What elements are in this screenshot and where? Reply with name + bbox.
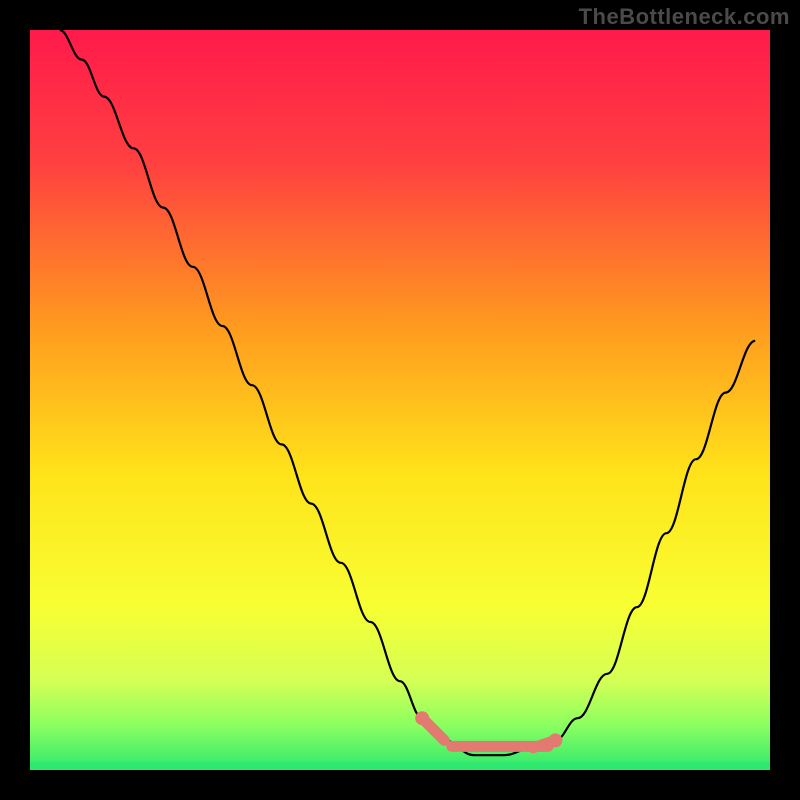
- watermark-text: TheBottleneck.com: [579, 4, 790, 30]
- baseline-strip: [30, 762, 770, 770]
- plot-background: [30, 30, 770, 770]
- chart-frame: TheBottleneck.com: [0, 0, 800, 800]
- highlight-dot: [548, 733, 562, 747]
- highlight-dot: [415, 711, 429, 725]
- bottleneck-chart: [0, 0, 800, 800]
